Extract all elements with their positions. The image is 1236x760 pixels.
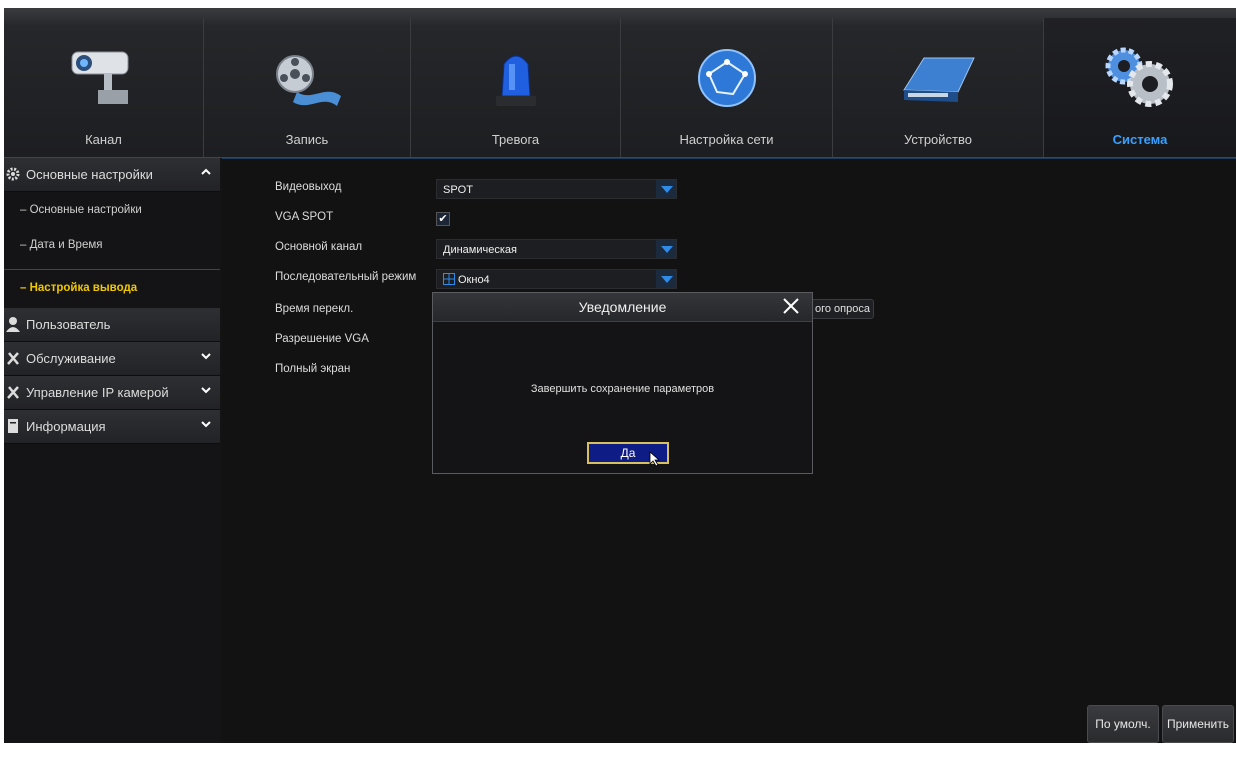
sidebar-section-user[interactable]: Пользователь <box>4 308 220 342</box>
sidebar-item-text: Дата и Время <box>29 239 103 251</box>
sequence-poll-button[interactable]: ого опроса <box>808 299 874 319</box>
label-sequence-mode: Последовательный режим <box>275 271 417 283</box>
apply-button[interactable]: Применить <box>1162 705 1234 743</box>
chevron-down-icon <box>201 353 211 360</box>
notification-dialog: Уведомление Завершить сохранение парамет… <box>432 292 813 474</box>
hard-drive-icon <box>903 57 975 102</box>
chevron-down-icon <box>201 421 211 428</box>
tab-label: Настройка сети <box>679 132 774 147</box>
chevron-up-icon <box>201 168 211 175</box>
sidebar-section-label: Основные настройки <box>26 167 153 182</box>
dropdown-arrow-icon <box>656 180 676 198</box>
sidebar-item-basic-settings[interactable]: – Основные настройки <box>4 194 220 228</box>
tab-network[interactable]: Настройка сети <box>621 18 833 157</box>
sidebar-item-text: Настройка вывода <box>29 282 138 294</box>
label-vga-spot: VGA SPOT <box>275 211 334 223</box>
tab-channel[interactable]: Канал <box>4 18 204 157</box>
dialog-message: Завершить сохранение параметров <box>530 383 715 395</box>
dropdown-arrow-icon <box>656 270 676 288</box>
tools-icon <box>7 352 19 365</box>
label-main-channel: Основной канал <box>275 241 363 253</box>
select-value: Окно4 <box>458 274 490 286</box>
close-icon[interactable] <box>780 295 802 317</box>
sequence-mode-select[interactable]: Окно4 <box>436 269 677 289</box>
gear-icon <box>6 167 20 181</box>
sidebar-section-label: Управление IP камерой <box>26 385 169 400</box>
sidebar-item-label: – Настройка вывода <box>20 282 138 294</box>
tab-label: Тревога <box>491 132 540 147</box>
video-output-select[interactable]: SPOT <box>436 179 677 199</box>
tab-device[interactable]: Устройство <box>833 18 1044 157</box>
vga-spot-checkbox[interactable]: ✔ <box>436 212 450 226</box>
dialog-title-bar: Уведомление <box>433 293 812 322</box>
grid-layout-icon <box>443 273 455 285</box>
select-value: Динамическая <box>443 244 517 256</box>
sidebar-section-label: Обслуживание <box>26 351 116 366</box>
tab-label: Система <box>1112 132 1168 147</box>
main-channel-select[interactable]: Динамическая <box>436 239 677 259</box>
top-tab-bar: Канал Запись Тревога Настройка сети Устр… <box>4 8 1236 158</box>
tab-system[interactable]: Система <box>1044 18 1236 157</box>
default-button[interactable]: По умолч. <box>1087 705 1159 743</box>
sidebar-section-information[interactable]: Информация <box>4 410 220 444</box>
tab-record[interactable]: Запись <box>204 18 411 157</box>
tab-label: Устройство <box>903 132 972 147</box>
sidebar-item-label: – Основные настройки <box>20 204 142 216</box>
sidebar-section-maintenance[interactable]: Обслуживание <box>4 342 220 376</box>
camera-icon <box>71 51 128 104</box>
sidebar-item-text: Основные настройки <box>29 204 142 216</box>
sidebar-section-ip-camera[interactable]: Управление IP камерой <box>4 376 220 410</box>
tab-label: Запись <box>285 132 329 147</box>
label-full-screen: Полный экран <box>275 363 351 375</box>
user-icon <box>6 317 20 332</box>
info-book-icon <box>8 419 18 433</box>
mouse-cursor-icon <box>649 451 661 467</box>
chevron-down-icon <box>201 387 211 394</box>
sidebar-section-label: Пользователь <box>26 317 111 332</box>
dropdown-arrow-icon <box>656 240 676 258</box>
sidebar-item-label: – Дата и Время <box>20 239 103 251</box>
gears-icon <box>1105 47 1173 107</box>
film-reel-icon <box>276 55 341 106</box>
network-globe-icon <box>697 49 756 107</box>
tools-icon <box>7 386 19 399</box>
sidebar: Основные настройки – Основные настройки … <box>4 158 220 743</box>
label-switch-time: Время перекл. <box>275 303 354 315</box>
sidebar-section-basic-settings[interactable]: Основные настройки <box>4 158 220 192</box>
divider <box>4 269 220 270</box>
alarm-light-icon <box>495 55 536 106</box>
label-video-output: Видеовыход <box>275 181 342 193</box>
tab-alarm[interactable]: Тревога <box>411 18 621 157</box>
tab-label: Канал <box>85 132 122 147</box>
select-value: SPOT <box>443 184 473 196</box>
sidebar-section-label: Информация <box>26 419 106 434</box>
dialog-title: Уведомление <box>578 299 667 315</box>
sidebar-item-output-settings[interactable]: – Настройка вывода <box>4 272 220 306</box>
sidebar-item-date-time[interactable]: – Дата и Время <box>4 229 220 263</box>
label-vga-resolution: Разрешение VGA <box>275 333 369 345</box>
